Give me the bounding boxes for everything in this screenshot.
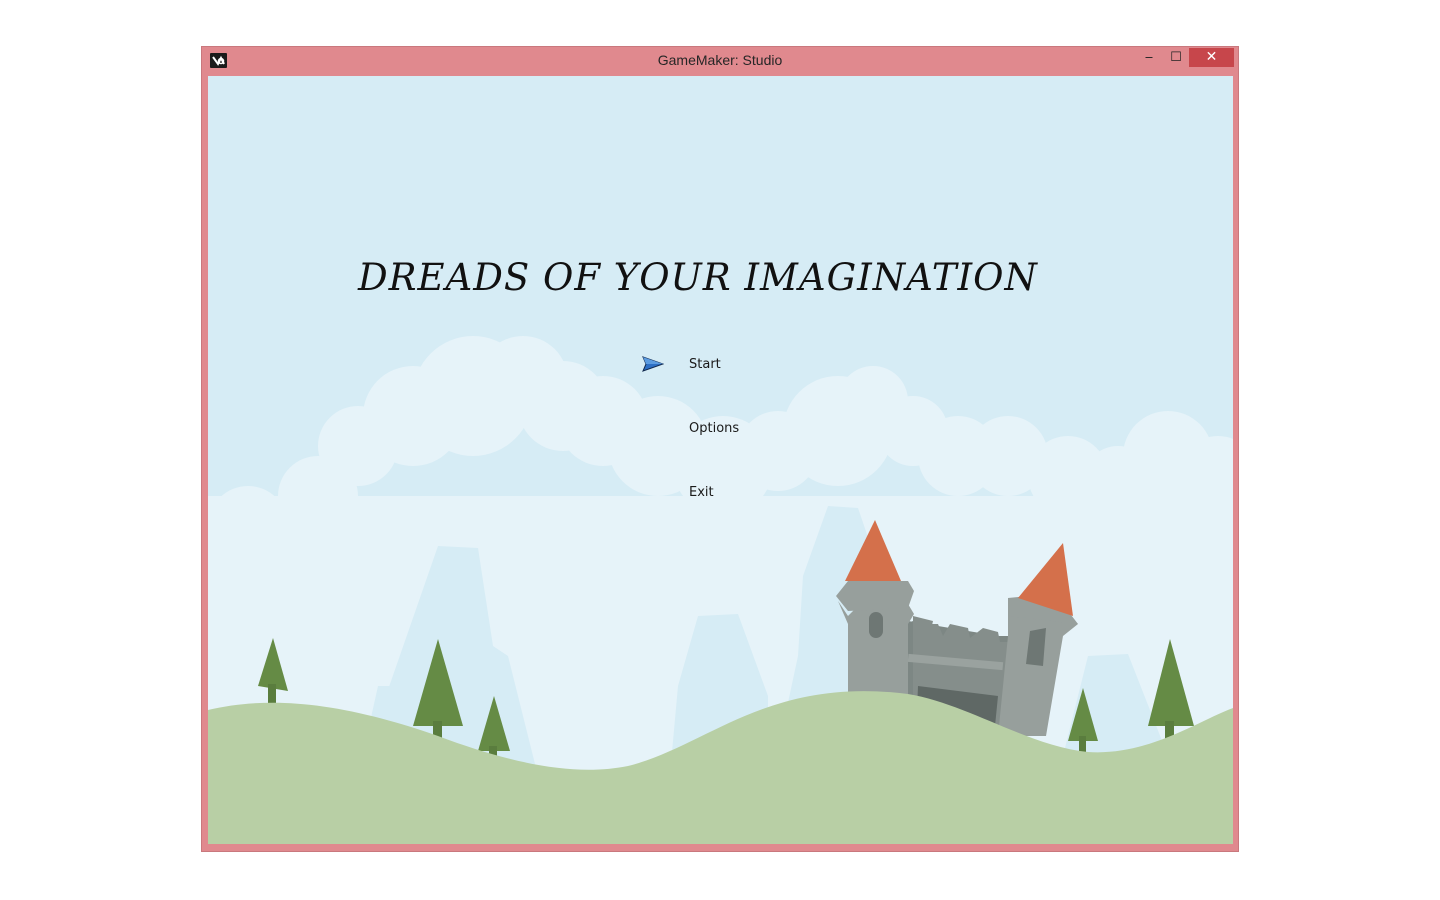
menu-options-button[interactable]: Options <box>689 421 739 436</box>
title-bar[interactable]: GameMaker: Studio ‒ ☐ ✕ <box>202 47 1238 75</box>
game-window: GameMaker: Studio ‒ ☐ ✕ DREADS OF YOUR I… <box>201 46 1239 852</box>
minimize-button[interactable]: ‒ <box>1136 48 1162 67</box>
arrow-pointer-icon <box>642 356 664 372</box>
game-title: DREADS OF YOUR IMAGINATION <box>358 256 1038 299</box>
window-title: GameMaker: Studio <box>657 52 783 68</box>
menu-exit-button[interactable]: Exit <box>689 485 714 500</box>
close-button[interactable]: ✕ <box>1189 48 1234 67</box>
maximize-button[interactable]: ☐ <box>1163 48 1189 67</box>
menu-start-button[interactable]: Start <box>689 357 721 372</box>
background-scene <box>208 76 1233 844</box>
game-canvas[interactable]: DREADS OF YOUR IMAGINATION Start Options… <box>208 76 1233 844</box>
